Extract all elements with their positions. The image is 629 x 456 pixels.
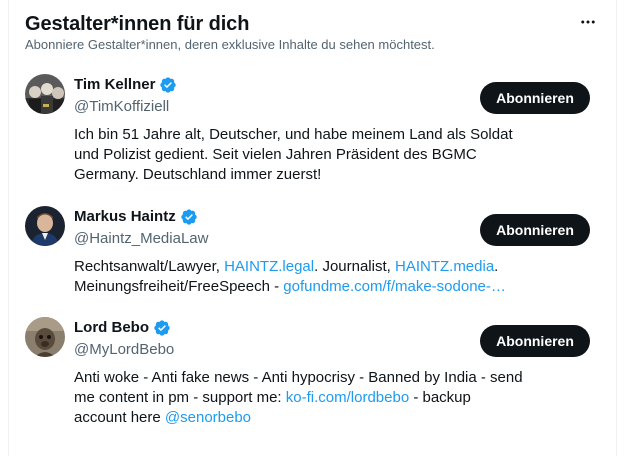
subscribe-button[interactable]: Abonnieren [480,82,590,114]
verified-badge-icon [160,77,177,93]
subscribe-button[interactable]: Abonnieren [480,214,590,246]
avatar-image [25,206,65,246]
bio-text: . Journalist, [314,258,395,275]
creator-name[interactable]: Markus Haintz [74,207,176,227]
more-options-button[interactable] [576,10,600,34]
bio-text: Rechtsanwalt/Lawyer, [74,258,225,275]
bio-link[interactable]: ko-fi.com/lordbebo [286,389,409,406]
avatar[interactable] [25,74,65,114]
bio-mention-link[interactable]: @senorbebo [165,409,251,426]
creator-item[interactable]: Lord Bebo @MyLordBebo Anti woke - Anti f… [25,317,600,427]
creator-item[interactable]: Tim Kellner @TimKoffiziell Ich bin 51 Ja… [25,74,600,184]
verified-badge-icon [181,209,197,225]
more-horizontal-icon [581,20,595,24]
avatar[interactable] [25,206,65,246]
panel-subtitle: Abonniere Gestalter*innen, deren exklusi… [25,37,435,52]
avatar-image [25,317,65,357]
panel-title: Gestalter*innen für dich [25,13,250,35]
creator-bio: Ich bin 51 Jahre alt, Deutscher, und hab… [74,126,513,183]
creators-panel: Gestalter*innen für dich Abonniere Gesta… [8,0,617,456]
avatar-image [25,74,65,114]
subscribe-button[interactable]: Abonnieren [480,325,590,357]
creator-name[interactable]: Lord Bebo [74,318,149,338]
verified-badge-icon [154,320,170,336]
creator-bio: Anti woke - Anti fake news - Anti hypocr… [74,368,524,428]
panel-header: Gestalter*innen für dich Abonniere Gesta… [25,12,600,53]
creator-bio: Rechtsanwalt/Lawyer, HAINTZ.legal. Journ… [74,257,524,297]
bio-link[interactable]: HAINTZ.media [395,258,494,275]
creator-item[interactable]: Markus Haintz @Haintz_MediaLaw Rechtsanw… [25,206,600,296]
avatar[interactable] [25,317,65,357]
bio-link[interactable]: gofundme.com/f/make-sodone-… [283,278,506,295]
creator-name[interactable]: Tim Kellner [74,75,155,95]
bio-link[interactable]: HAINTZ.legal [224,258,314,275]
